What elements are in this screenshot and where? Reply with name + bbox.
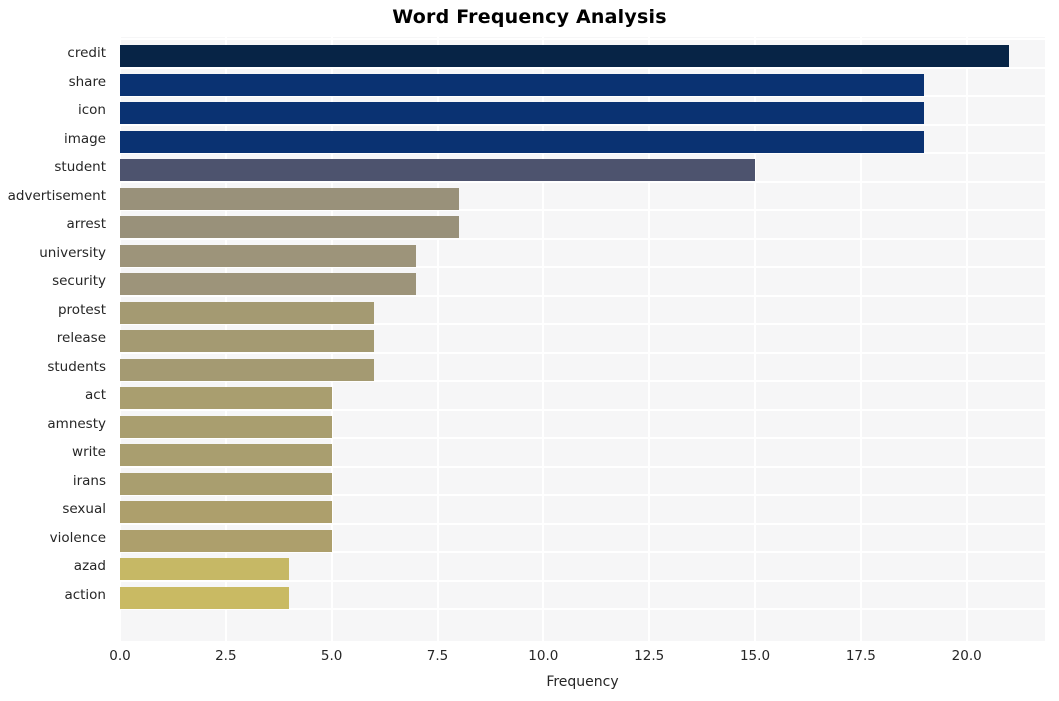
bar xyxy=(120,529,332,552)
y-axis-tick-label: violence xyxy=(49,529,106,546)
bar-row xyxy=(120,42,1045,71)
bar xyxy=(120,130,925,153)
y-axis-tick-label: action xyxy=(64,586,106,603)
bar-row xyxy=(120,470,1045,499)
bar xyxy=(120,159,755,181)
y-axis-tick-label: image xyxy=(63,130,106,147)
bar xyxy=(120,102,925,124)
bar xyxy=(120,472,332,495)
bar-row xyxy=(120,242,1045,271)
bar xyxy=(120,301,374,324)
y-axis-tick-label: university xyxy=(39,244,106,261)
x-axis-tick-label: 17.5 xyxy=(845,648,876,664)
y-axis-tick-label: student xyxy=(54,159,106,175)
plot-area xyxy=(119,37,1045,641)
y-axis-tick-label: students xyxy=(47,358,106,375)
bar-row xyxy=(120,99,1045,128)
bar-row xyxy=(120,71,1045,100)
y-axis-tick-label: write xyxy=(72,444,106,460)
y-axis-tick-label: protest xyxy=(57,301,106,318)
bar-row xyxy=(120,584,1045,613)
y-axis-tick-label: advertisement xyxy=(7,187,106,204)
chart-title: Word Frequency Analysis xyxy=(392,6,667,28)
x-axis-tick-label: 7.5 xyxy=(426,648,449,664)
bar-row xyxy=(120,185,1045,214)
x-axis-tick-label: 20.0 xyxy=(951,648,982,664)
x-axis-tick-label: 0.0 xyxy=(109,648,131,664)
bar xyxy=(120,586,290,609)
bar-row xyxy=(120,270,1045,299)
y-axis-tick-label: share xyxy=(68,73,106,90)
x-axis-tick-label: 5.0 xyxy=(320,648,343,664)
bar-row xyxy=(120,384,1045,413)
y-axis-tick-label: arrest xyxy=(66,216,106,232)
y-axis-tick-label: icon xyxy=(78,102,106,118)
bar xyxy=(120,330,374,352)
y-axis-tick-label: irans xyxy=(72,472,106,489)
y-axis-tick-label: credit xyxy=(67,45,106,61)
bar-row xyxy=(120,555,1045,584)
y-axis-tick-label: amnesty xyxy=(47,415,106,432)
bar-row xyxy=(120,213,1045,242)
x-axis-tick-labels: 0.0 2.5 5.0 7.5 10.0 12.5 15.0 17.5 20.0 xyxy=(0,648,1059,670)
x-axis-tick-label: 2.5 xyxy=(215,648,237,664)
bar xyxy=(120,187,459,210)
bar xyxy=(120,501,332,523)
x-axis-tick-label: 12.5 xyxy=(634,648,665,664)
bar xyxy=(120,273,417,295)
bar xyxy=(120,558,290,580)
bar-row xyxy=(120,413,1045,442)
bar-row xyxy=(120,327,1045,356)
y-axis-tick-label: release xyxy=(56,330,106,346)
chart-figure: Word Frequency Analysis credit share icon i… xyxy=(0,0,1059,701)
bar xyxy=(120,73,925,96)
bar xyxy=(120,244,417,267)
gridline-horizontal xyxy=(120,38,1045,40)
bar-row xyxy=(120,299,1045,328)
bar-row xyxy=(120,156,1045,185)
bar xyxy=(120,358,374,381)
bar xyxy=(120,387,332,409)
bar xyxy=(120,444,332,466)
y-axis-tick-labels: credit share icon image student advertisement… xyxy=(0,37,113,641)
bar xyxy=(120,415,332,438)
y-axis-tick-label: act xyxy=(85,387,106,403)
bar-row xyxy=(120,527,1045,556)
bar xyxy=(120,45,1010,67)
y-axis-tick-label: security xyxy=(52,273,106,289)
bar-row xyxy=(120,441,1045,470)
bar xyxy=(120,216,459,238)
y-axis-tick-label: azad xyxy=(73,558,106,574)
bar-row xyxy=(120,498,1045,527)
bar-row xyxy=(120,356,1045,385)
bar-row xyxy=(120,128,1045,157)
y-axis-tick-label: sexual xyxy=(62,501,106,517)
x-axis-title: Frequency xyxy=(546,674,619,690)
x-axis-tick-label: 15.0 xyxy=(739,648,771,664)
x-axis-tick-label: 10.0 xyxy=(528,648,559,664)
